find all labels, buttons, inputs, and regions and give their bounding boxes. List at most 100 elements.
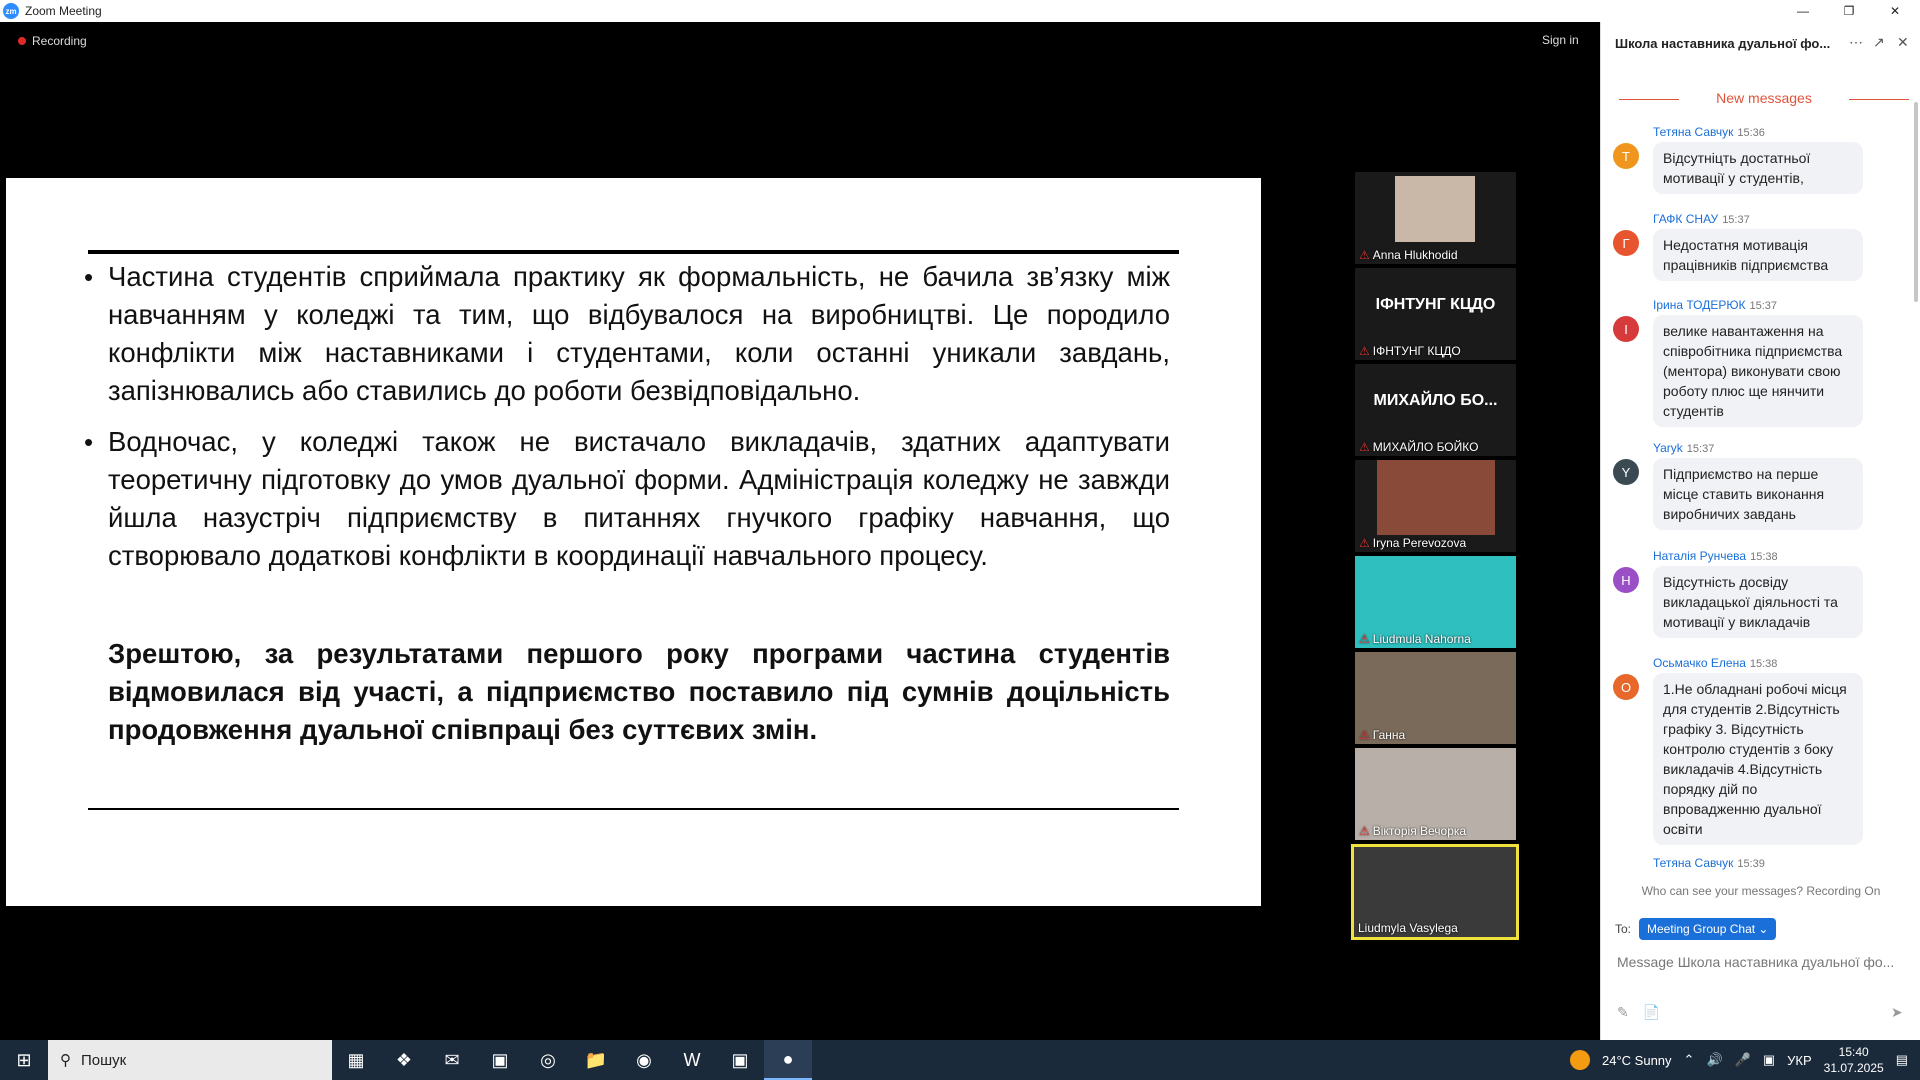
bullet: • — [84, 427, 94, 457]
format-icon[interactable]: ✎ — [1617, 1004, 1629, 1021]
chat-header: Школа наставника дуальної фо... ⋯ ↗ ✕ — [1601, 22, 1920, 64]
participant-tile[interactable]: ⚠ Вікторія Вечорка — [1355, 748, 1516, 840]
visibility-note[interactable]: Who can see your messages? Recording On — [1601, 884, 1920, 898]
slide-bottom-rule — [88, 808, 1179, 810]
window-title: Zoom Meeting — [25, 4, 102, 18]
participant-tile[interactable]: ⚠ Anna Hlukhodid — [1355, 172, 1516, 264]
chat-message: ГАФК СНАУ 15:37 Г Недостатня мотивація пр… — [1613, 212, 1903, 281]
windows-start-icon[interactable]: ⊞ — [0, 1040, 48, 1080]
message-time: 15:37 — [1749, 300, 1777, 312]
task-view-icon[interactable]: ▦ — [332, 1040, 380, 1080]
chat-scrollbar[interactable] — [1914, 102, 1918, 302]
wps-icon[interactable]: ▣ — [716, 1040, 764, 1080]
minimize-button[interactable]: — — [1780, 0, 1826, 22]
weather-icon — [1570, 1050, 1591, 1070]
language-indicator[interactable]: УКР — [1787, 1053, 1812, 1068]
message-time: 15:39 — [1737, 858, 1765, 870]
title-bar: zm Zoom Meeting — ❐ ✕ — [0, 0, 1920, 22]
participant-tile[interactable]: ⚠ Iryna Perevozova — [1355, 460, 1516, 552]
participant-name: ⚠ Iryna Perevozova — [1359, 536, 1467, 550]
notifications-icon[interactable]: ▤ — [1896, 1052, 1908, 1068]
message-author[interactable]: Ірина ТОДЕРЮК — [1653, 298, 1745, 312]
message-author[interactable]: Тетяна Савчук — [1653, 856, 1733, 870]
zoom-taskbar-icon[interactable]: ● — [764, 1040, 812, 1080]
search-icon: ⚲ — [60, 1052, 71, 1069]
avatar: О — [1613, 674, 1639, 700]
store-icon[interactable]: ▣ — [476, 1040, 524, 1080]
message-author[interactable]: Yaryk — [1653, 441, 1683, 455]
video-feed — [1395, 176, 1475, 242]
slide-top-rule — [88, 250, 1179, 254]
mic-muted-icon: ⚠ — [1359, 632, 1370, 646]
slide-paragraph-2: • Водночас, у коледжі також не вистачало… — [84, 423, 1170, 575]
chevron-up-icon[interactable]: ⌃ — [1684, 1052, 1695, 1068]
participant-name: Liudmyla Vasylega — [1358, 921, 1458, 935]
chat-message: Тетяна Савчук 15:36 T Відсутніцть достатн… — [1613, 125, 1903, 194]
shared-slide: • Частина студентів сприймала практику я… — [6, 178, 1261, 906]
pop-out-icon[interactable]: ↗ — [1873, 34, 1885, 51]
recording-dot-icon — [18, 37, 26, 45]
participant-big-name: МИХАЙЛО БО... — [1373, 392, 1498, 409]
mic-muted-icon: ⚠ — [1359, 248, 1370, 262]
network-icon[interactable]: ▣ — [1763, 1052, 1775, 1068]
message-author[interactable]: Тетяна Савчук — [1653, 125, 1733, 139]
message-bubble: велике навантаження на співробітника під… — [1653, 315, 1863, 427]
to-label: To: — [1615, 922, 1632, 936]
participant-name: ⚠ Ганна — [1359, 728, 1406, 742]
participant-name: ⚠ Anna Hlukhodid — [1359, 248, 1458, 262]
search-placeholder: Пошук — [81, 1051, 127, 1069]
bullet: • — [84, 262, 94, 292]
participant-name: ⚠ ІФНТУНГ КЦДО — [1359, 344, 1461, 358]
file-icon[interactable]: 📄 — [1643, 1004, 1660, 1021]
active-speaker-tile[interactable]: Liudmyla Vasylega — [1351, 844, 1519, 940]
chrome-icon[interactable]: ◉ — [620, 1040, 668, 1080]
meeting-area: Recording Sign in • Частина студентів сп… — [0, 22, 1600, 1040]
word-icon[interactable]: W — [668, 1040, 716, 1080]
more-options-icon[interactable]: ⋯ — [1849, 34, 1863, 51]
weather-text[interactable]: 24°C Sunny — [1602, 1053, 1672, 1068]
avatar: Y — [1613, 459, 1639, 485]
taskbar: ⊞ ⚲ Пошук ▦ ❖ ✉ ▣ ◎ 📁 ◉ W ▣ ● 24°C Sunny… — [0, 1040, 1920, 1080]
new-messages-divider: New messages — [1619, 90, 1909, 106]
message-author[interactable]: ГАФК СНАУ — [1653, 212, 1718, 226]
microphone-icon[interactable]: 🎤 — [1735, 1052, 1751, 1068]
participant-tile[interactable]: ІФНТУНГ КЦДО ⚠ ІФНТУНГ КЦДО — [1355, 268, 1516, 360]
avatar: І — [1613, 316, 1639, 342]
slide-paragraph-1: • Частина студентів сприймала практику я… — [84, 258, 1170, 410]
edge-icon[interactable]: ◎ — [524, 1040, 572, 1080]
message-bubble: Підприємство на перше місце ставить вико… — [1653, 458, 1863, 530]
participant-tile[interactable]: ⚠ Ганна — [1355, 652, 1516, 744]
message-time: 15:37 — [1722, 214, 1750, 226]
file-explorer-icon[interactable]: 📁 — [572, 1040, 620, 1080]
recording-indicator[interactable]: Recording — [10, 30, 95, 52]
clock[interactable]: 15:40 31.07.2025 — [1824, 1044, 1884, 1076]
mic-muted-icon: ⚠ — [1359, 344, 1370, 358]
recipient-row: To: Meeting Group Chat ⌄ — [1615, 918, 1777, 940]
chat-message: Осьмачко Елена 15:38 О 1.Не обладнані роб… — [1613, 656, 1903, 845]
copilot-icon[interactable]: ❖ — [380, 1040, 428, 1080]
signin-button[interactable]: Sign in — [1534, 30, 1587, 50]
participant-tile[interactable]: МИХАЙЛО БО... ⚠ МИХАЙЛО БОЙКО — [1355, 364, 1516, 456]
restore-button[interactable]: ❐ — [1826, 0, 1872, 22]
message-time: 15:37 — [1686, 443, 1715, 455]
message-author[interactable]: Наталія Рунчева — [1653, 549, 1746, 563]
taskbar-search[interactable]: ⚲ Пошук — [48, 1040, 332, 1080]
message-time: 15:36 — [1737, 127, 1765, 139]
slide-paragraph-2-text: Водночас, у коледжі також не вистачало в… — [108, 426, 1170, 571]
message-bubble: Недостатня мотивація працівників підприє… — [1653, 229, 1863, 281]
slide-paragraph-1-text: Частина студентів сприймала практику як … — [108, 261, 1170, 406]
recipient-dropdown[interactable]: Meeting Group Chat ⌄ — [1639, 918, 1777, 940]
mic-muted-icon: ⚠ — [1359, 728, 1370, 742]
participant-tile[interactable]: ⚠ Liudmula Nahorna — [1355, 556, 1516, 648]
close-chat-icon[interactable]: ✕ — [1897, 34, 1909, 51]
close-button[interactable]: ✕ — [1872, 0, 1918, 22]
video-feed — [1377, 460, 1495, 535]
volume-icon[interactable]: 🔊 — [1706, 1052, 1722, 1068]
message-author[interactable]: Осьмачко Елена — [1653, 656, 1746, 670]
outlook-icon[interactable]: ✉ — [428, 1040, 476, 1080]
avatar: Г — [1613, 230, 1639, 256]
message-input[interactable]: Message Школа наставника дуальної фо... — [1617, 954, 1909, 970]
participant-big-name: ІФНТУНГ КЦДО — [1375, 296, 1496, 313]
send-icon[interactable]: ➤ — [1891, 1004, 1903, 1021]
participant-name: ⚠ МИХАЙЛО БОЙКО — [1359, 440, 1479, 454]
